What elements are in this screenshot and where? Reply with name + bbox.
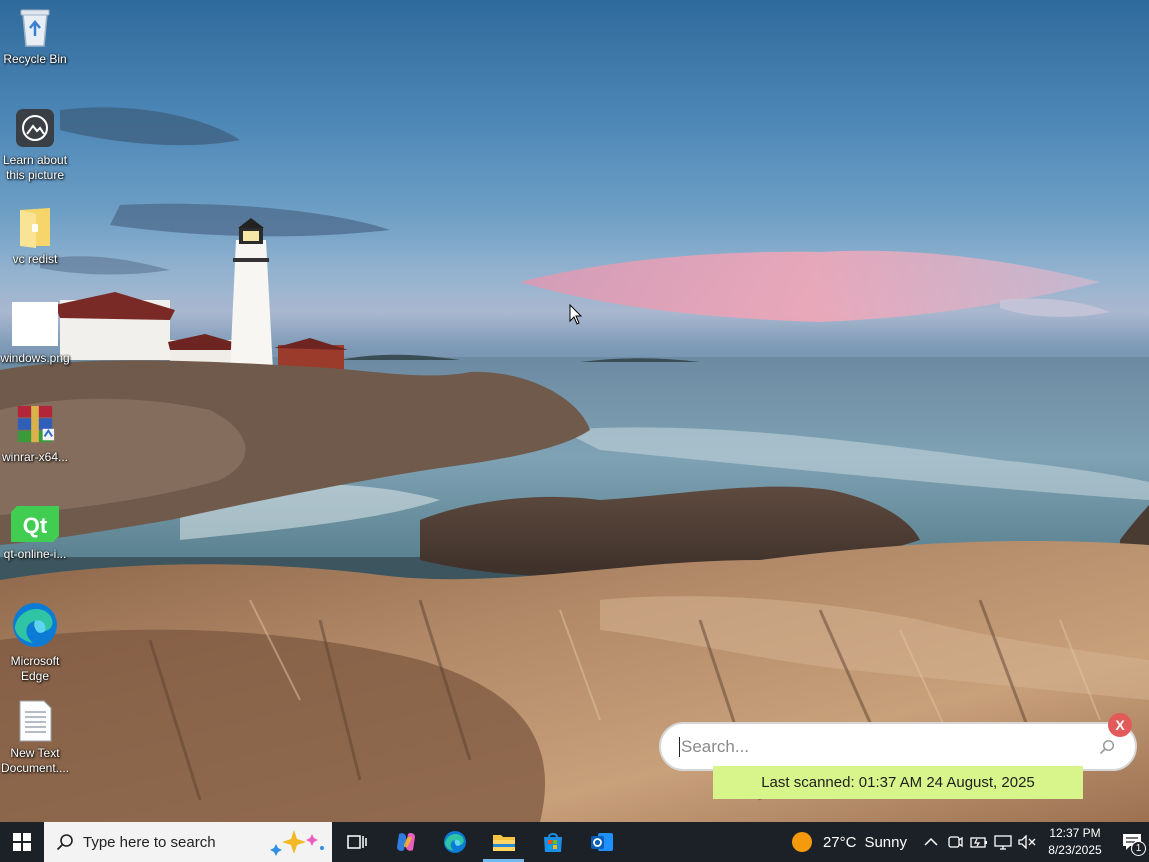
camera-icon bbox=[14, 107, 56, 149]
microsoft-store-icon bbox=[543, 833, 562, 852]
edge-icon bbox=[443, 831, 466, 853]
meet-now-icon bbox=[948, 836, 963, 848]
taskbar-search-placeholder: Type here to search bbox=[83, 833, 216, 851]
desktop-icon-learn-about-picture[interactable]: Learn about this picture bbox=[0, 107, 70, 183]
search-icon bbox=[56, 834, 73, 851]
desktop-icon-winrar[interactable]: winrar-x64... bbox=[0, 404, 70, 465]
qt-icon: Qt bbox=[11, 505, 59, 543]
task-view-icon bbox=[346, 835, 367, 849]
desktop-icon-label: windows.png bbox=[0, 351, 70, 365]
task-view-button[interactable] bbox=[332, 822, 381, 862]
search-input[interactable] bbox=[681, 736, 1099, 757]
battery-button[interactable] bbox=[967, 822, 991, 862]
weather-widget[interactable]: 27°C Sunny bbox=[791, 832, 907, 852]
clock-date: 8/23/2025 bbox=[1048, 843, 1102, 857]
meet-now-button[interactable] bbox=[943, 822, 967, 862]
system-tray: 27°C Sunny 12:37 PM 8/23/2025 1 bbox=[791, 822, 1149, 862]
text-document-icon bbox=[14, 700, 56, 742]
text-caret bbox=[679, 736, 680, 757]
weather-temperature: 27°C bbox=[822, 833, 857, 851]
winrar-icon bbox=[14, 404, 56, 446]
desktop-icon-vc-redist[interactable]: vc redist bbox=[0, 206, 70, 267]
file-explorer-button[interactable] bbox=[479, 822, 528, 862]
file-explorer-icon bbox=[492, 835, 515, 851]
desktop-icon-label: Recycle Bin bbox=[3, 52, 67, 66]
close-search-button[interactable]: X bbox=[1108, 713, 1132, 737]
copilot-button[interactable] bbox=[381, 822, 430, 862]
search-icon[interactable] bbox=[1099, 739, 1115, 755]
outlook-icon bbox=[590, 833, 613, 851]
desktop-icon-label: New Text Document.... bbox=[0, 746, 70, 775]
desktop-icon-label: qt-online-i... bbox=[3, 547, 67, 561]
taskbar-clock[interactable]: 12:37 PM 8/23/2025 bbox=[1041, 825, 1109, 859]
start-button[interactable] bbox=[0, 822, 44, 862]
desktop-icon-label: Microsoft Edge bbox=[10, 654, 60, 683]
microsoft-store-button[interactable] bbox=[528, 822, 577, 862]
network-button[interactable] bbox=[991, 822, 1015, 862]
show-hidden-icons-button[interactable] bbox=[919, 822, 943, 862]
volume-muted-icon bbox=[1018, 835, 1036, 849]
search-widget[interactable] bbox=[659, 722, 1137, 771]
image-file-icon bbox=[12, 301, 58, 347]
taskbar: Type here to search 27°C Sunny 12:37 PM … bbox=[0, 822, 1149, 862]
edge-icon bbox=[10, 600, 60, 650]
weather-condition: Sunny bbox=[864, 833, 907, 851]
desktop-icon-new-text-document[interactable]: New Text Document.... bbox=[0, 700, 70, 776]
desktop-icon-label: Learn about this picture bbox=[2, 153, 68, 182]
last-scanned-status: Last scanned: 01:37 AM 24 August, 2025 bbox=[713, 766, 1083, 799]
desktop-icon-label: vc redist bbox=[12, 252, 58, 266]
desktop-icon-label: winrar-x64... bbox=[1, 450, 69, 464]
clock-time: 12:37 PM bbox=[1049, 826, 1101, 840]
sun-icon bbox=[791, 832, 812, 852]
folder-icon bbox=[14, 206, 56, 248]
desktop-icon-qt-online[interactable]: Qt qt-online-i... bbox=[0, 505, 70, 562]
copilot-icon bbox=[396, 833, 415, 851]
desktop-icon-recycle-bin[interactable]: Recycle Bin bbox=[0, 6, 70, 67]
chevron-up-icon bbox=[924, 837, 938, 846]
battery-icon bbox=[970, 837, 987, 848]
desktop-wallpaper bbox=[0, 0, 1149, 822]
notification-count-badge: 1 bbox=[1131, 841, 1146, 856]
sparkle-icon bbox=[270, 830, 324, 856]
windows-logo-icon bbox=[13, 833, 31, 851]
svg-text:Qt: Qt bbox=[23, 513, 48, 538]
notification-center-button[interactable]: 1 bbox=[1115, 822, 1149, 862]
edge-taskbar-button[interactable] bbox=[430, 822, 479, 862]
recycle-bin-icon bbox=[14, 6, 56, 48]
desktop-icon-windows-png[interactable]: windows.png bbox=[0, 301, 70, 366]
desktop-icon-microsoft-edge[interactable]: Microsoft Edge bbox=[0, 600, 70, 684]
volume-button[interactable] bbox=[1015, 822, 1039, 862]
outlook-button[interactable] bbox=[577, 822, 626, 862]
mouse-pointer-icon bbox=[569, 304, 583, 325]
network-icon bbox=[994, 835, 1012, 850]
taskbar-search-box[interactable]: Type here to search bbox=[44, 822, 332, 862]
